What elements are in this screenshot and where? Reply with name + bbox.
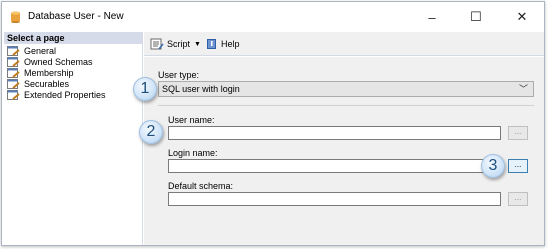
select-page-pane: Select a page General Owned Schemas Memb… [4, 32, 143, 245]
user-name-input[interactable] [168, 126, 501, 140]
close-icon: ✕ [516, 9, 528, 24]
database-icon [11, 11, 20, 23]
page-item-label: General [24, 45, 57, 56]
default-schema-label: Default schema: [168, 181, 234, 191]
wrench-page-icon [7, 45, 20, 56]
chevron-down-icon[interactable]: ▼ [194, 41, 201, 48]
chevron-down-icon: ﹀ [518, 84, 528, 94]
minimize-icon: – [428, 9, 436, 25]
maximize-button[interactable]: ☐ [454, 2, 498, 32]
page-item-general[interactable]: General [7, 45, 56, 56]
user-type-label: User type: [158, 70, 200, 80]
window-title: Database User - New [28, 11, 124, 22]
select-page-header: Select a page [4, 32, 143, 44]
user-name-browse-button[interactable]: ... [508, 126, 528, 140]
help-icon [207, 39, 216, 49]
callout-3: 3 [481, 154, 505, 178]
default-schema-browse-button[interactable]: ... [508, 192, 528, 206]
user-type-value: SQL user with login [162, 84, 240, 94]
wrench-page-icon [7, 56, 20, 67]
callout-1: 1 [133, 77, 157, 101]
help-button[interactable]: Help [206, 37, 240, 51]
maximize-icon: ☐ [470, 9, 482, 24]
title-bar: Database User - New – ☐ ✕ [2, 2, 544, 32]
page-item-label: Membership [24, 67, 74, 78]
login-name-label: Login name: [168, 148, 218, 158]
page-item-label: Owned Schemas [24, 56, 93, 67]
login-name-browse-button[interactable]: ... [508, 159, 528, 173]
database-user-dialog: Database User - New – ☐ ✕ Select a page … [1, 1, 545, 246]
page-item-label: Securables [24, 78, 70, 89]
page-item-membership[interactable]: Membership [7, 67, 74, 78]
toolbar: Script ▼ Help [144, 32, 544, 56]
default-schema-input[interactable] [168, 192, 501, 206]
general-page-content: User type: SQL user with login ﹀ User na… [144, 57, 544, 245]
minimize-button[interactable]: – [410, 2, 454, 32]
help-label: Help [221, 39, 240, 49]
page-item-extended-properties[interactable]: Extended Properties [7, 89, 106, 100]
wrench-page-icon [7, 89, 20, 100]
callout-2: 2 [139, 120, 163, 144]
page-item-label: Extended Properties [24, 89, 106, 100]
page-item-securables[interactable]: Securables [7, 78, 69, 89]
wrench-page-icon [7, 67, 20, 78]
wrench-page-icon [7, 78, 20, 89]
user-name-label: User name: [168, 115, 215, 125]
script-button[interactable]: Script ▼ [150, 37, 201, 51]
login-name-input[interactable] [168, 159, 501, 173]
page-item-owned-schemas[interactable]: Owned Schemas [7, 56, 93, 67]
script-icon [150, 38, 164, 50]
close-button[interactable]: ✕ [500, 2, 544, 32]
script-label: Script [167, 39, 191, 49]
divider [158, 105, 534, 106]
user-type-select[interactable]: SQL user with login ﹀ [158, 81, 534, 97]
